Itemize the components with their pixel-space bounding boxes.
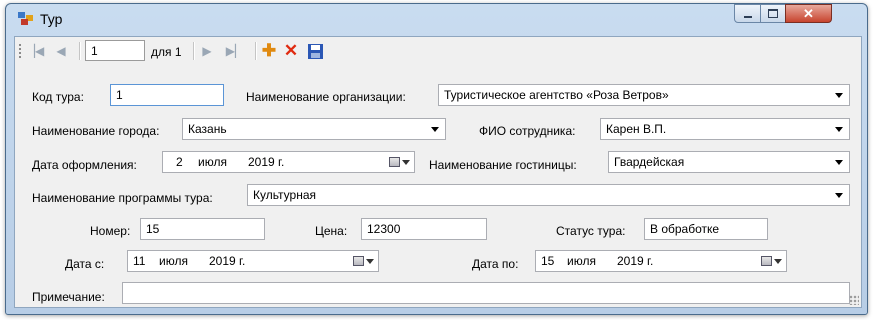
city-label: Наименование города: <box>32 124 160 138</box>
issue-date-day: 2 <box>176 155 183 169</box>
minimize-icon <box>743 15 752 18</box>
close-button[interactable]: ✕ <box>785 4 832 23</box>
chevron-down-icon <box>774 258 782 264</box>
move-first-icon[interactable]: ▕◀ <box>26 43 44 59</box>
toolbar-separator <box>79 42 81 60</box>
binding-navigator: ▕◀ ◀ 1 для 1 ▶ ▶▏ ✚ ✕ <box>17 39 859 63</box>
hotel-label: Наименование гостиницы: <box>429 158 577 172</box>
calendar-dropdown-button[interactable] <box>761 254 785 268</box>
add-icon[interactable]: ✚ <box>261 41 277 60</box>
issue-date-picker[interactable]: 2 июля 2019 г. <box>162 151 415 173</box>
move-previous-icon[interactable]: ◀ <box>53 43 69 59</box>
date-to-picker[interactable]: 15 июля 2019 г. <box>535 250 787 272</box>
number-label: Номер: <box>90 224 131 238</box>
status-input[interactable]: В обработке <box>644 218 768 240</box>
maximize-button[interactable] <box>760 4 786 23</box>
move-next-icon[interactable]: ▶ <box>199 43 215 59</box>
toolbar-separator <box>255 42 257 60</box>
delete-icon[interactable]: ✕ <box>283 41 299 60</box>
maximize-icon <box>768 9 778 18</box>
chevron-down-icon <box>835 160 843 165</box>
toolbar-separator <box>193 42 195 60</box>
date-from-year: 2019 г. <box>209 254 246 268</box>
calendar-icon <box>761 256 772 266</box>
toolstrip-grip-icon <box>19 44 23 58</box>
issue-date-month: июля <box>198 155 227 169</box>
move-last-icon[interactable]: ▶▏ <box>226 43 244 59</box>
date-from-month: июля <box>159 254 188 268</box>
date-to-day: 15 <box>541 254 555 268</box>
position-input[interactable]: 1 <box>85 40 145 61</box>
window-title: Тур <box>40 11 63 27</box>
city-select[interactable]: Казань <box>182 118 446 140</box>
date-to-year: 2019 г. <box>617 254 654 268</box>
hotel-select[interactable]: Гвардейская <box>608 151 850 173</box>
chevron-down-icon <box>402 159 410 165</box>
city-value: Казань <box>188 122 227 136</box>
note-input[interactable] <box>122 282 850 304</box>
app-icon <box>18 12 33 25</box>
chevron-down-icon <box>835 93 843 98</box>
close-icon: ✕ <box>803 5 814 21</box>
chevron-down-icon <box>431 127 439 132</box>
organization-value: Туристическое агентство «Роза Ветров» <box>444 88 669 102</box>
employee-select[interactable]: Карен В.П. <box>600 118 850 140</box>
calendar-dropdown-button[interactable] <box>389 155 413 169</box>
price-label: Цена: <box>315 224 348 238</box>
date-to-label: Дата по: <box>472 257 519 271</box>
form-window: Тур ✕ ▕◀ ◀ 1 для 1 ▶ ▶▏ ✚ ✕ Код тура: 1 <box>5 3 868 315</box>
employee-value: Карен В.П. <box>606 122 667 136</box>
organization-select[interactable]: Туристическое агентство «Роза Ветров» <box>438 84 850 106</box>
minimize-button[interactable] <box>734 4 761 23</box>
count-label: для 1 <box>151 45 182 59</box>
program-label: Наименование программы тура: <box>32 191 213 205</box>
program-select[interactable]: Культурная <box>247 184 850 206</box>
program-value: Культурная <box>253 188 317 202</box>
date-to-month: июля <box>567 254 596 268</box>
tour-code-label: Код тура: <box>32 90 84 104</box>
calendar-icon <box>353 256 364 266</box>
calendar-dropdown-button[interactable] <box>353 254 377 268</box>
date-from-day: 11 <box>133 254 146 268</box>
hotel-value: Гвардейская <box>614 155 685 169</box>
number-input[interactable]: 15 <box>140 218 265 240</box>
date-from-label: Дата с: <box>65 257 105 271</box>
date-from-picker[interactable]: 11 июля 2019 г. <box>127 250 379 272</box>
employee-label: ФИО сотрудника: <box>479 124 576 138</box>
note-label: Примечание: <box>32 290 105 304</box>
tour-code-input[interactable]: 1 <box>110 84 224 106</box>
save-icon[interactable] <box>307 43 323 59</box>
resize-grip-icon[interactable] <box>849 295 859 305</box>
chevron-down-icon <box>366 258 374 264</box>
organization-label: Наименование организации: <box>246 90 406 104</box>
issue-date-label: Дата оформления: <box>32 158 137 172</box>
chevron-down-icon <box>835 193 843 198</box>
calendar-icon <box>389 157 400 167</box>
status-label: Статус тура: <box>556 224 626 238</box>
price-input[interactable]: 12300 <box>361 218 487 240</box>
chevron-down-icon <box>835 127 843 132</box>
issue-date-year: 2019 г. <box>248 155 285 169</box>
form-client-area: ▕◀ ◀ 1 для 1 ▶ ▶▏ ✚ ✕ Код тура: 1 Наимен… <box>14 36 862 308</box>
